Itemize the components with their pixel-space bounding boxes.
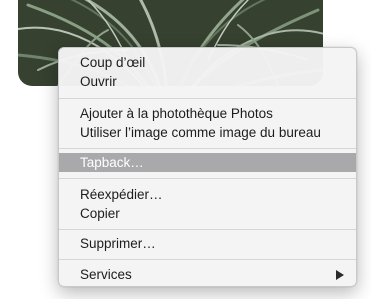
menu-separator: [59, 229, 356, 230]
context-menu: Coup d’œil Ouvrir Ajouter à la photothèq…: [58, 47, 357, 287]
menu-item-delete[interactable]: Supprimer…: [59, 234, 356, 253]
menu-item-copy[interactable]: Copier: [59, 204, 356, 223]
chevron-right-icon: [336, 270, 344, 280]
desktop-background: Coup d’œil Ouvrir Ajouter à la photothèq…: [0, 0, 371, 299]
menu-separator: [59, 178, 356, 179]
menu-item-quick-look[interactable]: Coup d’œil: [59, 53, 356, 72]
menu-item-tapback[interactable]: Tapback…: [59, 153, 356, 172]
menu-item-forward[interactable]: Réexpédier…: [59, 185, 356, 204]
menu-separator: [59, 259, 356, 260]
menu-item-services[interactable]: Services: [59, 265, 356, 284]
menu-item-open[interactable]: Ouvrir: [59, 72, 356, 91]
menu-item-set-desktop-picture[interactable]: Utiliser l’image comme image du bureau: [59, 123, 356, 142]
menu-separator: [59, 148, 356, 149]
menu-item-add-to-photos[interactable]: Ajouter à la photothèque Photos: [59, 104, 356, 123]
menu-separator: [59, 98, 356, 99]
menu-item-services-label: Services: [80, 267, 132, 282]
